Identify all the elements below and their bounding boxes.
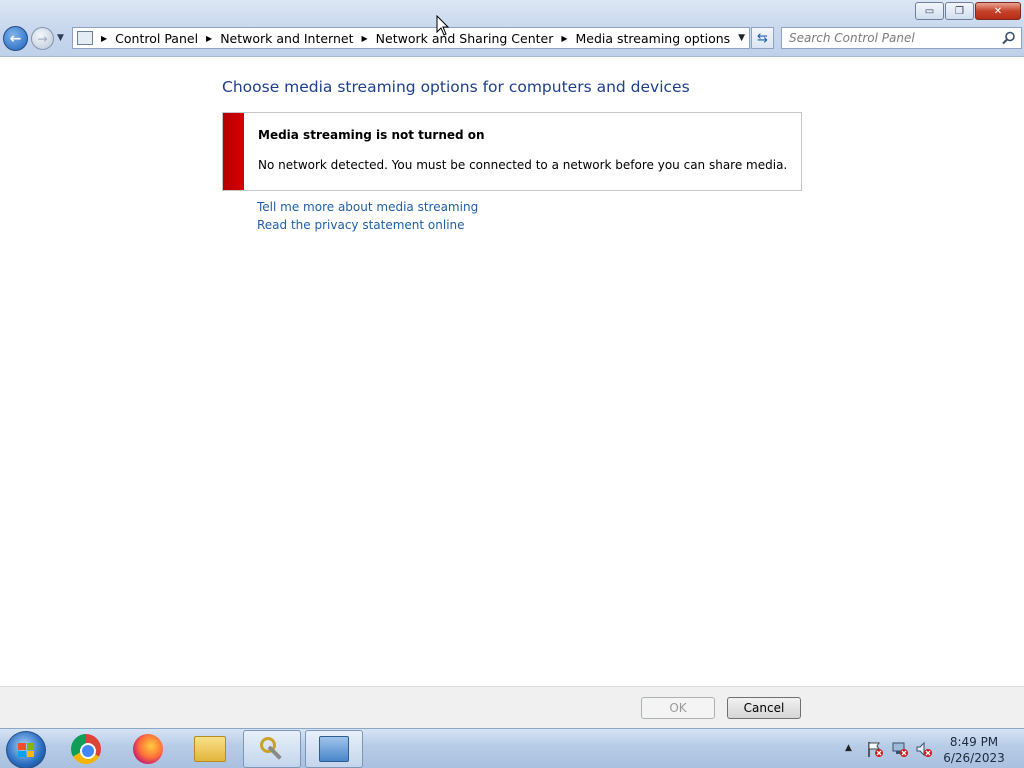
breadcrumb-control-panel[interactable]: Control Panel [115, 31, 198, 46]
cancel-button[interactable]: Cancel [727, 697, 801, 719]
keys-icon [258, 735, 286, 763]
restore-button[interactable]: ❐ [945, 2, 974, 20]
breadcrumb-media-streaming-options[interactable]: Media streaming options [576, 31, 731, 46]
volume-muted-icon[interactable] [915, 740, 933, 758]
window-controls: ▭ ❐ ✕ [914, 2, 1021, 20]
alert-title: Media streaming is not turned on [258, 128, 485, 142]
forward-button[interactable]: → [31, 27, 54, 50]
minimize-button[interactable]: ▭ [915, 2, 944, 20]
refresh-button[interactable]: ⇆ [751, 27, 774, 49]
chrome-icon [71, 734, 101, 764]
link-tell-me-more[interactable]: Tell me more about media streaming [257, 200, 478, 214]
address-history-dropdown-icon[interactable]: ▼ [738, 33, 745, 43]
close-button[interactable]: ✕ [975, 2, 1021, 20]
clock-time: 8:49 PM [949, 735, 999, 749]
breadcrumb-separator-icon[interactable]: ▶ [362, 34, 368, 43]
ok-button[interactable]: OK [641, 697, 715, 719]
arrow-left-icon: ← [9, 30, 22, 47]
window-chrome: ▭ ❐ ✕ ← → ▼ ▶ Control Panel ▶ Network an… [0, 0, 1024, 57]
taskbar-chrome[interactable] [57, 730, 115, 768]
refresh-icon: ⇆ [757, 30, 768, 46]
breadcrumb-separator-icon[interactable]: ▶ [101, 34, 107, 43]
page-title: Choose media streaming options for compu… [222, 78, 690, 96]
alert-color-bar [223, 113, 244, 190]
taskbar-firefox[interactable] [119, 730, 177, 768]
back-button[interactable]: ← [3, 26, 28, 51]
taskbar-credential-manager[interactable] [243, 730, 301, 768]
taskbar-control-panel[interactable] [305, 730, 363, 768]
recent-pages-button[interactable]: ▼ [57, 33, 64, 43]
start-button[interactable] [6, 731, 46, 768]
show-hidden-icons-button[interactable]: ▲ [845, 743, 852, 753]
breadcrumb-separator-icon[interactable]: ▶ [206, 34, 212, 43]
control-panel-icon [77, 31, 93, 45]
taskbar: ▲ 8:49 PM 6/26/2023 [0, 728, 1024, 768]
arrow-right-icon: → [37, 31, 48, 46]
search-box[interactable] [781, 27, 1022, 49]
taskbar-file-explorer[interactable] [181, 730, 239, 768]
windows-logo-icon [18, 743, 34, 757]
system-clock[interactable]: 8:49 PM 6/26/2023 [940, 734, 1008, 766]
search-icon[interactable] [1002, 31, 1016, 45]
folder-icon [194, 736, 226, 762]
breadcrumb-network-sharing-center[interactable]: Network and Sharing Center [376, 31, 554, 46]
clock-date: 6/26/2023 [943, 751, 1005, 765]
network-disconnected-icon[interactable] [891, 740, 909, 758]
breadcrumb-network-and-internet[interactable]: Network and Internet [220, 31, 353, 46]
status-alert-box: Media streaming is not turned on No netw… [222, 112, 802, 191]
alert-message: No network detected. You must be connect… [258, 158, 788, 172]
mouse-cursor-icon [436, 15, 450, 36]
link-privacy-statement[interactable]: Read the privacy statement online [257, 218, 465, 232]
breadcrumb-separator-icon[interactable]: ▶ [561, 34, 567, 43]
action-center-flag-icon[interactable] [866, 740, 884, 758]
control-panel-window-icon [319, 736, 349, 762]
firefox-icon [133, 734, 163, 764]
search-input[interactable] [789, 31, 989, 45]
address-bar[interactable]: ▶ Control Panel ▶ Network and Internet ▶… [72, 27, 750, 49]
dialog-footer: OK Cancel [0, 686, 1024, 728]
